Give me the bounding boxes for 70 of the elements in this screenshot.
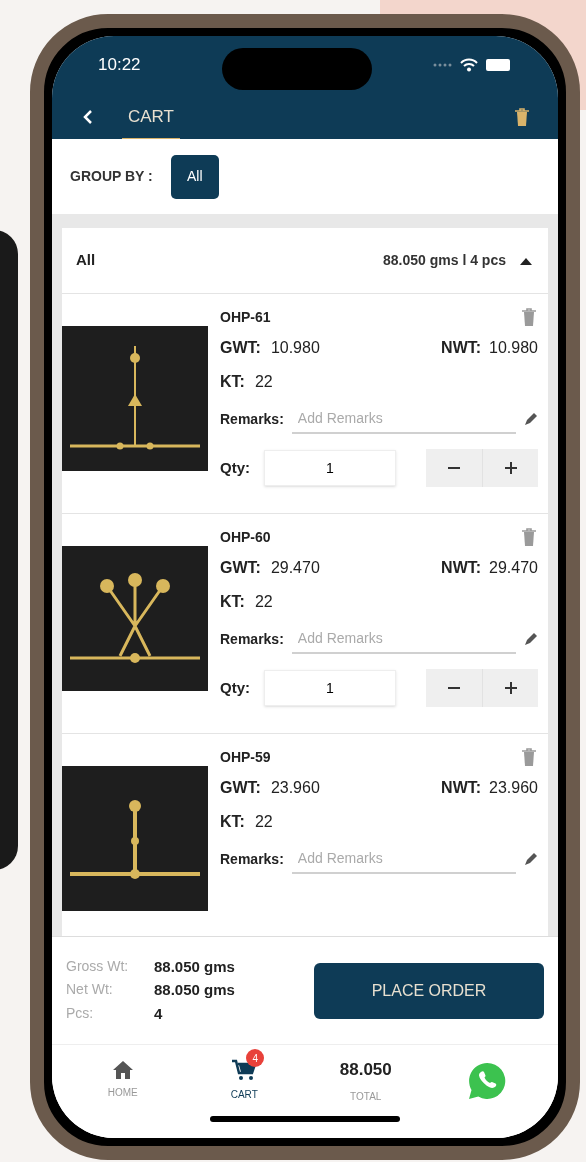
trash-icon [521,747,537,767]
increase-button[interactable] [482,669,538,707]
remove-item-button[interactable] [520,306,538,328]
group-option[interactable]: All [170,154,219,199]
net-weight-value: 29.470 [489,558,538,578]
caret-up-icon [520,256,532,265]
remarks-label: Remarks: [220,629,284,649]
total-label: Gross Wt: [66,956,130,976]
status-time: 10:22 [98,54,141,77]
karat-label: KT: [220,592,245,612]
total-value: 88.050 gms [154,980,235,1001]
trash-icon [514,106,530,127]
back-icon [83,108,93,125]
group-name: All [76,250,96,271]
group-by-label: GROUP BY : [70,167,153,186]
net-weight-label: NWT: [441,558,482,578]
product-code: OHP-61 [220,307,271,327]
remarks-label: Remarks: [220,409,284,429]
whatsapp-icon [467,1060,508,1101]
cart-count-badge: 4 [246,1049,265,1067]
gross-weight-label: GWT: [220,778,261,798]
group-summary: 88.050 gms l 4 pcs [383,251,506,270]
trash-icon [521,307,537,327]
gross-weight-value: 29.470 [270,558,321,578]
net-weight-value: 23.960 [489,778,538,798]
karat-label: KT: [220,812,245,832]
minus-icon [448,467,460,469]
total-value: 4 [154,1003,164,1024]
remarks-field[interactable]: Add Remarks [291,844,516,874]
remove-item-button[interactable] [520,526,538,548]
total-value: 88.050 gms [154,956,235,977]
net-weight-value: 10.980 [489,338,538,358]
total-label: Net Wt: [66,980,114,1000]
nav-cart-tab[interactable]: 4 CART [183,1045,305,1116]
battery-icon [486,59,512,71]
quantity-label: Qty: [220,677,251,698]
signal-icon [432,62,452,68]
place-order-button[interactable]: PLACE ORDER [314,962,544,1019]
gross-weight-value: 10.980 [270,338,321,358]
net-weight-label: NWT: [441,778,482,798]
total-amount: 88.050 [339,1059,392,1082]
karat-label: KT: [220,372,245,392]
remove-item-button[interactable] [520,746,538,768]
trash-icon [521,527,537,547]
pencil-icon [524,632,538,646]
plus-icon [504,682,517,694]
pencil-icon [524,412,538,426]
quantity-field[interactable]: 1 [264,450,396,486]
product-code: OHP-59 [220,747,271,767]
remarks-label: Remarks: [220,849,284,869]
minus-icon [448,687,460,689]
gross-weight-label: GWT: [220,338,261,358]
increase-button[interactable] [482,449,538,487]
total-label: Pcs: [66,1003,95,1023]
remarks-field[interactable]: Add Remarks [291,624,516,654]
plus-icon [504,462,517,474]
product-code: OHP-60 [220,527,271,547]
gross-weight-label: GWT: [220,558,261,578]
net-weight-label: NWT: [441,338,482,358]
nav-total-tab[interactable]: 88.050 TOTAL [305,1045,427,1116]
karat-value: 22 [254,812,273,832]
wifi-icon [460,58,478,72]
remarks-field[interactable]: Add Remarks [291,404,516,434]
quantity-label: Qty: [220,457,251,478]
karat-value: 22 [254,372,273,392]
home-icon [112,1061,133,1079]
pencil-icon [524,852,538,866]
karat-value: 22 [254,592,273,612]
gross-weight-value: 23.960 [270,778,321,798]
quantity-field[interactable]: 1 [264,670,396,706]
